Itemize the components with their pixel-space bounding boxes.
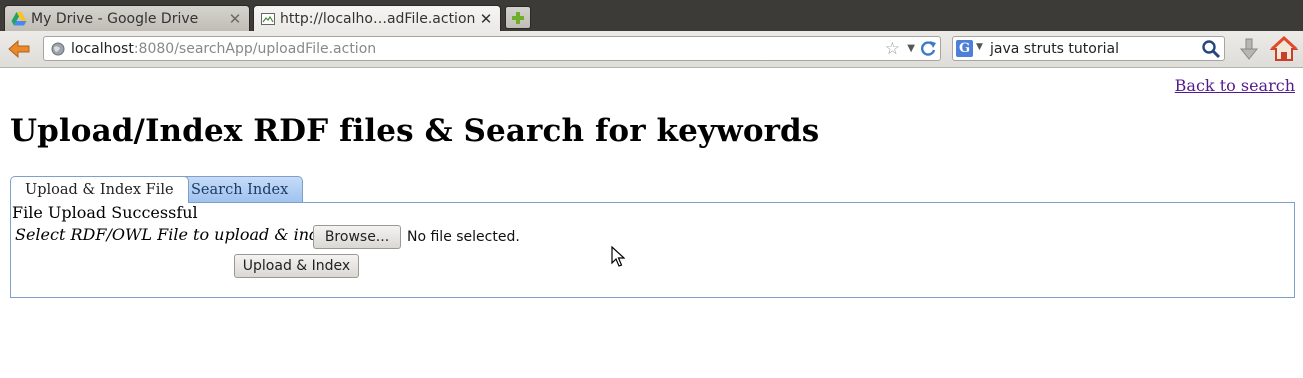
tab-search-index[interactable]: Search Index <box>176 176 304 202</box>
browser-tab-strip: My Drive - Google Drive ✕ http://localho… <box>0 0 1303 32</box>
search-input[interactable]: java struts tutorial <box>990 41 1119 57</box>
page-title: Upload/Index RDF files & Search for keyw… <box>10 113 820 149</box>
url-path: :8080/searchApp/uploadFile.action <box>133 41 377 57</box>
upload-panel: File Upload Successful Select RDF/OWL Fi… <box>10 202 1295 298</box>
back-arrow-icon <box>8 39 30 59</box>
url-bar[interactable]: localhost:8080/searchApp/uploadFile.acti… <box>43 36 941 61</box>
download-icon[interactable] <box>1236 37 1262 61</box>
tab-close-icon[interactable]: ✕ <box>227 10 243 28</box>
tab-close-icon[interactable]: ✕ <box>478 10 494 28</box>
google-drive-icon <box>11 11 27 25</box>
tab-upload-index-file[interactable]: Upload & Index File <box>10 176 189 203</box>
star-icon[interactable]: ☆ <box>885 39 900 59</box>
browser-tab-title: http://localho…adFile.action <box>280 11 476 27</box>
file-selection-status: No file selected. <box>407 229 520 245</box>
browser-tab-title: My Drive - Google Drive <box>31 10 199 27</box>
upload-index-button[interactable]: Upload & Index <box>234 254 359 278</box>
mouse-cursor-icon <box>611 246 625 267</box>
new-tab-button[interactable] <box>505 6 531 29</box>
page-content: Back to search Upload/Index RDF files & … <box>0 68 1303 378</box>
navigation-toolbar: localhost:8080/searchApp/uploadFile.acti… <box>0 31 1303 68</box>
back-button[interactable] <box>6 37 32 61</box>
chevron-down-icon[interactable]: ▼ <box>907 41 915 57</box>
reload-icon[interactable] <box>918 39 938 59</box>
web-search-bar[interactable]: G ▼ java struts tutorial <box>952 36 1225 61</box>
google-engine-icon[interactable]: G <box>956 40 973 57</box>
browser-tab-google-drive[interactable]: My Drive - Google Drive ✕ <box>4 5 250 31</box>
page-icon <box>261 13 275 25</box>
home-icon[interactable] <box>1270 35 1298 63</box>
status-message: File Upload Successful <box>12 203 198 222</box>
url-host: localhost <box>71 41 134 57</box>
browse-button[interactable]: Browse... <box>313 225 401 249</box>
back-to-search-link[interactable]: Back to search <box>1175 76 1295 95</box>
globe-icon <box>51 42 65 56</box>
browser-tab-upload[interactable]: http://localho…adFile.action ✕ <box>253 5 501 32</box>
plus-icon <box>512 11 524 24</box>
url-text[interactable]: localhost:8080/searchApp/uploadFile.acti… <box>71 41 376 57</box>
chevron-down-icon[interactable]: ▼ <box>976 42 983 52</box>
search-icon[interactable] <box>1201 39 1221 59</box>
file-input-label: Select RDF/OWL File to upload & index: <box>15 225 344 244</box>
